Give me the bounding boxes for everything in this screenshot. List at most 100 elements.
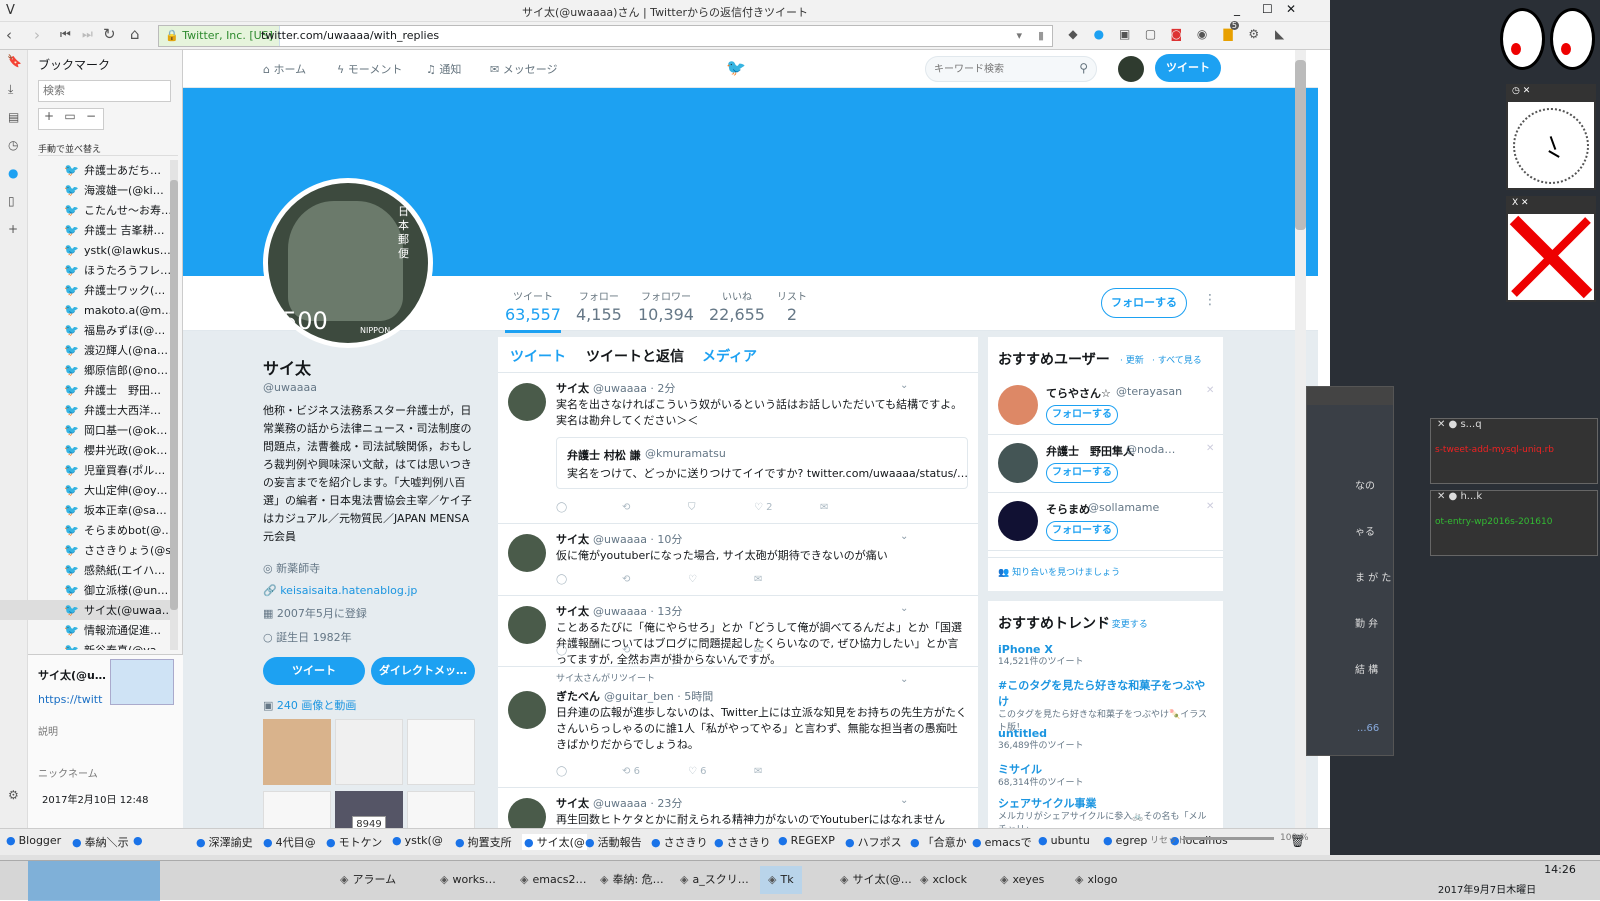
retweet-icon[interactable]: ⟲ — [622, 502, 688, 513]
suggested-user-avatar[interactable] — [998, 501, 1038, 541]
who-view-all[interactable]: · すべて見る — [1152, 353, 1202, 366]
trend-item[interactable]: iPhone X 14,521件のツイート — [998, 643, 1213, 669]
ext-icon-badge[interactable]: ▇ 5 — [1217, 21, 1239, 41]
bookmark-item[interactable]: 🐦 福島みずほ(@… — [0, 320, 178, 340]
bookmark-item[interactable]: 🐦 サイ太(@uwaa… — [0, 600, 178, 620]
quoted-tweet[interactable]: 弁護士 村松 謙 @kmuramatsu 実名をつけて、どっかに送りつけてイイですか… — [556, 437, 968, 489]
bookmark-item[interactable]: 🐦 感熱紙(エイハ… — [0, 560, 178, 580]
tweet-avatar[interactable] — [508, 798, 546, 828]
chevron-down-icon[interactable]: ⌄ — [900, 531, 908, 542]
address-bar[interactable]: 🔒 Twitter, Inc. [US] twitter.com/uwaaaa/… — [158, 25, 1053, 47]
taskbar-item[interactable]: ◈ xclock — [920, 866, 967, 894]
reply-icon[interactable]: ◯ — [556, 766, 622, 777]
dismiss-icon[interactable]: ✕ — [1206, 501, 1214, 512]
media-thumb-4[interactable] — [263, 791, 331, 828]
taskbar-item[interactable]: ◈ works… — [440, 866, 496, 894]
dismiss-icon[interactable]: ✕ — [1206, 443, 1214, 454]
bookmark-item[interactable]: 🐦 渡辺輝人(@na… — [0, 340, 178, 360]
mini-window-2[interactable]: ✕ ● h...k ot-entry-wp2016s-201610 — [1430, 490, 1598, 556]
media-thumb-2[interactable] — [335, 719, 403, 785]
trend-item[interactable]: ミサイル 68,314件のツイート — [998, 761, 1213, 790]
bookmark-item[interactable]: 🐦 ystk(@lawkus… — [0, 240, 178, 260]
taskbar-item[interactable]: ◈ xeyes — [1000, 866, 1044, 894]
bookmark-item[interactable]: 🐦 ほうたろうフレ… — [0, 260, 178, 280]
media-thumb-3[interactable] — [407, 719, 475, 785]
media-thumb-5[interactable]: 8949 — [335, 791, 403, 828]
scrollbar-thumb[interactable] — [170, 180, 178, 610]
rewind-icon[interactable]: ⏮ — [60, 27, 71, 42]
nav-home[interactable]: ⌂ ホーム — [263, 61, 306, 77]
tweet-author[interactable]: サイ太 — [556, 797, 589, 810]
browser-tab[interactable]: ● — [133, 834, 146, 847]
tweet[interactable]: サイ太 @uwaaaa · 2分 ⌄ 実名を出さなければこういう奴がいるという話はお話… — [498, 373, 978, 524]
twitter-search[interactable]: ⚲ — [925, 56, 1097, 82]
browser-tab[interactable]: ● ささきり — [714, 834, 771, 850]
media-link[interactable]: ▣ 240 画像と動画 — [263, 697, 483, 713]
profile-tweet-button[interactable]: ツイート — [263, 657, 365, 685]
shield-icon[interactable]: ⛉ — [688, 502, 754, 513]
twitter-logo-icon[interactable]: 🐦 — [726, 58, 746, 78]
browser-tab[interactable]: ● ystk(@ — [392, 834, 443, 847]
bookmark-item[interactable]: 🐦 弁護士ワック(… — [0, 280, 178, 300]
bookmark-page-icon[interactable]: ▮ — [1038, 26, 1044, 46]
media-thumb-1[interactable] — [263, 719, 331, 785]
zoom-reset[interactable]: リセット — [1150, 833, 1186, 846]
tweet-author[interactable]: ぎたべん — [556, 690, 600, 703]
bookmark-item[interactable]: 🐦 makoto.a(@m… — [0, 300, 178, 320]
trend-item[interactable]: シェアサイクル事業メルカリがシェアサイクルに参入🚲その名も「メルチャリ」 — [998, 795, 1213, 828]
terminal-window[interactable]: なの ゃるま が た勤 弁結 構 ...66 — [1306, 386, 1394, 756]
suggested-follow-button[interactable]: フォローする — [1046, 521, 1118, 541]
taskbar-item[interactable]: ◈ xlogo — [1075, 866, 1117, 894]
nav-moments[interactable]: ϟ モーメント — [337, 61, 402, 77]
remove-bookmark-icon[interactable]: − — [81, 109, 101, 123]
bookmark-item[interactable]: 🐦 弁護士あだち… — [0, 160, 178, 180]
trend-name[interactable]: untitled — [998, 727, 1213, 740]
taskbar-item[interactable]: ◈ アラーム — [340, 866, 396, 894]
bookmark-item[interactable]: 🐦 郷原信郎(@no… — [0, 360, 178, 380]
trend-name[interactable]: ミサイル — [998, 761, 1213, 777]
bookmark-item[interactable]: 🐦 そらまめbot(@… — [0, 520, 178, 540]
xclock-window[interactable]: ◷ ✕ — [1506, 84, 1596, 190]
search-icon[interactable]: ⚲ — [1079, 61, 1088, 75]
tweet[interactable]: サイ太 @uwaaaa · 10分 ⌄ 仮に俺がyoutuberになった場合, サイ太… — [498, 524, 978, 596]
dm-share-icon[interactable]: ✉ — [754, 645, 820, 656]
taskbar-item[interactable]: ◈ a_スクリ… — [680, 866, 749, 894]
tweet-avatar[interactable] — [508, 691, 546, 729]
pocket-icon[interactable]: ◙ — [1165, 27, 1187, 41]
media-thumb-6[interactable] — [407, 791, 475, 828]
dm-share-icon[interactable]: ✉ — [820, 502, 886, 513]
profile-website[interactable]: 🔗 keisaisaita.hatenablog.jp — [263, 584, 483, 597]
retweet-icon[interactable]: ⟲ 6 — [622, 766, 688, 777]
browser-tab[interactable]: ● サイ太(@ — [522, 834, 587, 850]
downloads-icon[interactable]: ⤓ — [8, 82, 13, 97]
bookmark-search-input[interactable] — [38, 80, 171, 102]
taskbar-item[interactable]: ◈ emacs2… — [520, 866, 586, 894]
like-icon[interactable]: ♡ — [688, 574, 754, 585]
browser-tab[interactable]: ● 拘置支所 — [455, 834, 512, 850]
suggested-user-name[interactable]: てらやさん☆ — [1046, 385, 1111, 401]
tweet-author[interactable]: サイ太 — [556, 382, 589, 395]
suggested-user[interactable]: そらまめ @sollamame フォローする ✕ — [988, 495, 1223, 551]
profile-avatar[interactable]: 500 NIPPON 日本郵便 — [263, 178, 433, 348]
tweet-handle-time[interactable]: @guitar_ben · 5時間 — [604, 690, 713, 703]
settings-gear-icon[interactable]: ⚙ — [1243, 27, 1265, 41]
reply-icon[interactable]: ◯ — [556, 574, 622, 585]
browser-tab[interactable]: ● ハフポス — [845, 834, 902, 850]
xlogo-window[interactable]: X ✕ — [1506, 196, 1596, 302]
tweet-handle-time[interactable]: @uwaaaa · 13分 — [593, 605, 682, 618]
website-text[interactable]: keisaisaita.hatenablog.jp — [280, 584, 417, 597]
bookmark-item[interactable]: 🐦 弁護士大西洋… — [0, 400, 178, 420]
trend-name[interactable]: #このタグを見たら好きな和菓子をつぶやけ — [998, 677, 1213, 709]
follow-button[interactable]: フォローする — [1101, 288, 1187, 318]
more-options-icon[interactable]: ⋮ — [1203, 292, 1217, 308]
workspace-switcher[interactable] — [28, 861, 160, 901]
add-folder-icon[interactable]: ▭ — [59, 109, 81, 123]
bookmark-item[interactable]: 🐦 櫻井光政(@ok… — [0, 440, 178, 460]
compose-tweet-button[interactable]: ツイート — [1155, 54, 1221, 82]
browser-tab[interactable]: ● 活動報告 — [585, 834, 642, 850]
tweet-author[interactable]: サイ太 — [556, 533, 589, 546]
trend-item[interactable]: untitled 36,489件のツイート — [998, 727, 1213, 753]
bookmark-item[interactable]: 🐦 児童買春(ポル… — [0, 460, 178, 480]
url-dropdown-icon[interactable]: ▾ — [1016, 26, 1022, 46]
chevron-down-icon[interactable]: ⌄ — [900, 603, 908, 614]
